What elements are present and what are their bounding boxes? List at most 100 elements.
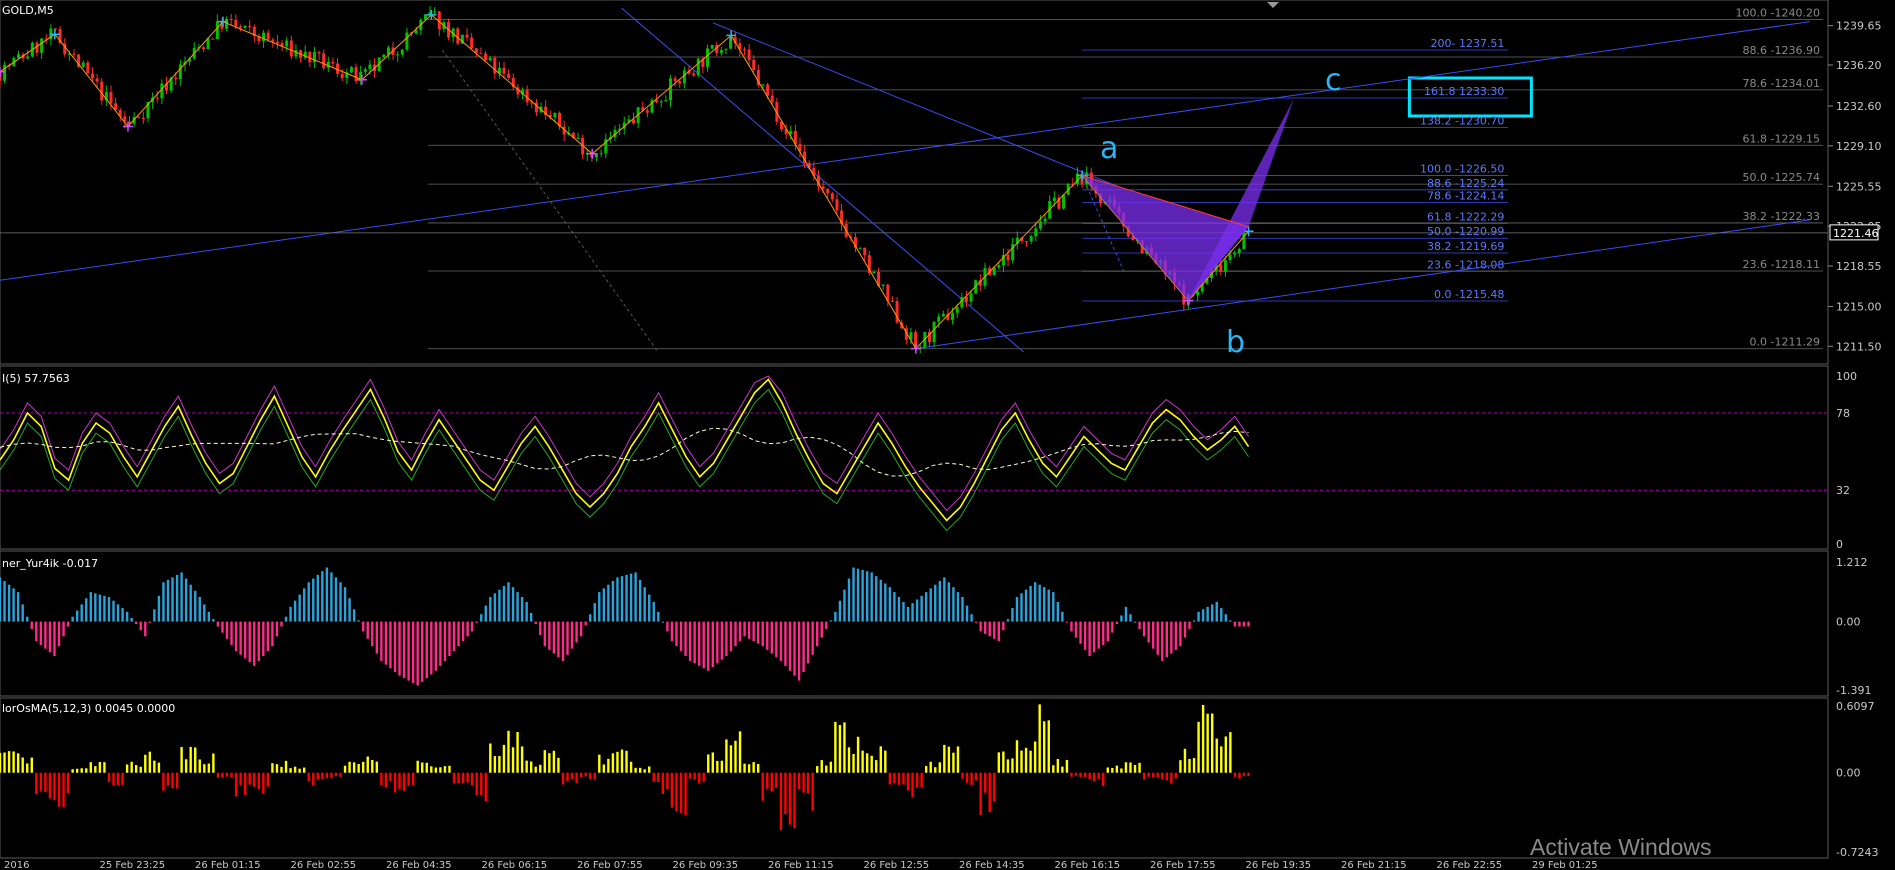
- scroll-marker-icon[interactable]: [1267, 2, 1279, 8]
- osma-bar: [16, 753, 20, 773]
- time-axis-label: 26 Feb 09:35: [673, 860, 739, 870]
- trader-yur4ik-panel[interactable]: 1.212 0.00 -1.391: [0, 556, 1871, 697]
- trader-bar: [271, 621, 274, 647]
- fib-extension-label: 161.8 1233.30: [1424, 85, 1504, 98]
- trader-bar: [888, 587, 892, 622]
- trader-bar: [12, 588, 15, 622]
- osma-bar: [843, 722, 846, 773]
- trader-bar: [902, 601, 905, 622]
- trader-bar: [611, 581, 615, 622]
- osma-bar: [75, 768, 79, 773]
- trader-bar: [557, 621, 560, 658]
- trader-bar: [920, 595, 923, 622]
- trader-axis-label: -1.391: [1836, 684, 1871, 697]
- candle-body: [696, 58, 700, 76]
- osma-bar: [970, 772, 973, 785]
- activate-windows-watermark: Activate Windows: [1530, 834, 1712, 860]
- trader-bar: [484, 605, 487, 622]
- trader-bar: [1106, 621, 1109, 642]
- trader-bar: [103, 595, 106, 622]
- osma-bar: [511, 747, 515, 773]
- osma-bar: [870, 755, 873, 773]
- candle-body: [705, 48, 709, 67]
- osma-bar: [1211, 713, 1214, 773]
- trader-bar: [738, 621, 742, 642]
- price-panel[interactable]: 1239.651236.201232.601229.101225.551222.…: [0, 6, 1882, 870]
- candle-body: [752, 59, 756, 71]
- trader-bar: [1015, 597, 1019, 622]
- osma-bar: [116, 772, 120, 786]
- osma-bar: [684, 772, 687, 815]
- trader-bar: [257, 621, 260, 661]
- osma-bar: [834, 721, 837, 773]
- osma-bar: [480, 772, 483, 796]
- osma-bar: [761, 772, 764, 801]
- trader-bar: [44, 621, 47, 649]
- trader-bar: [166, 579, 170, 622]
- osma-bar: [26, 763, 29, 773]
- osma-bar: [1133, 764, 1137, 773]
- osma-bar: [1102, 772, 1105, 787]
- trader-bar: [834, 611, 837, 622]
- candle-body: [669, 78, 673, 101]
- trader-bar: [1083, 621, 1087, 650]
- fib-outer-label: 78.6 -1234.01: [1743, 77, 1820, 90]
- candle-body: [710, 45, 714, 49]
- zigzag-line: [0, 14, 1249, 350]
- osma-bar: [125, 764, 129, 773]
- trader-bar: [1156, 621, 1159, 655]
- trader-bar: [1165, 621, 1169, 658]
- osma-bar: [266, 772, 270, 787]
- osma-bar: [1179, 760, 1182, 773]
- trader-bar: [829, 620, 833, 622]
- trader-bar: [452, 621, 456, 652]
- trader-bar: [198, 597, 201, 622]
- osma-bar: [407, 772, 410, 786]
- osma-bar: [1220, 746, 1223, 773]
- price-axis-label: 1232.60: [1836, 100, 1882, 113]
- candle-body: [937, 316, 941, 322]
- trader-bar: [929, 588, 932, 622]
- osma-bar: [711, 752, 714, 773]
- candle-body: [821, 186, 825, 189]
- trader-bar: [761, 621, 764, 647]
- osma-bar: [1079, 772, 1082, 778]
- trader-bar: [312, 578, 315, 622]
- candle-body: [465, 34, 469, 38]
- trader-bar: [852, 567, 855, 622]
- candle-body: [275, 41, 279, 44]
- trader-bar: [1133, 621, 1137, 623]
- osma-bar: [570, 772, 574, 780]
- osma-bar: [207, 763, 211, 773]
- candle-body: [100, 81, 104, 101]
- trader-bar: [207, 611, 211, 622]
- trader-bar: [707, 621, 710, 671]
- osma-bar: [666, 772, 669, 789]
- osma-bar: [598, 754, 601, 773]
- trader-bar: [838, 600, 842, 622]
- osma-bar: [352, 762, 356, 773]
- trader-bar: [1043, 587, 1046, 622]
- time-axis-label: 29 Feb 01:25: [1532, 860, 1598, 870]
- trader-bar: [498, 589, 501, 622]
- osma-bar: [1056, 759, 1060, 773]
- osma-bar: [389, 772, 392, 782]
- rsi-panel[interactable]: 100 78 32 0: [0, 370, 1857, 551]
- trader-bar: [1179, 621, 1182, 647]
- dashed-trend-line: [441, 49, 659, 353]
- time-axis-label: 26 Feb 12:55: [864, 860, 930, 870]
- trader-yur4ik-title: ner_Yur4ik -0.017: [2, 557, 98, 570]
- trader-bar: [35, 621, 38, 642]
- candle-body: [234, 19, 238, 27]
- osma-bar: [593, 772, 596, 780]
- time-axis-label: 26 Feb 17:55: [1150, 860, 1216, 870]
- candle-body: [863, 247, 867, 256]
- price-axis-label: 1211.50: [1836, 340, 1882, 353]
- trader-bar: [865, 571, 869, 622]
- candle-body: [141, 118, 145, 120]
- trader-bar: [1120, 615, 1123, 622]
- osma-bar: [756, 763, 760, 773]
- trader-bar: [62, 621, 65, 637]
- osma-bar: [66, 772, 70, 794]
- osma-bar: [248, 772, 251, 785]
